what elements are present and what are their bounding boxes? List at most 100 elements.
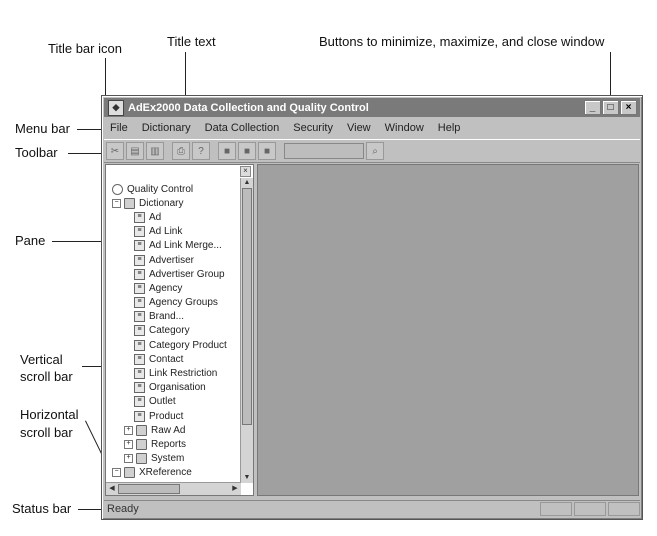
status-cell (540, 502, 572, 516)
document-icon: ≡ (134, 268, 145, 280)
tree-folder-raw-ad[interactable]: + Raw Ad (112, 423, 227, 437)
vertical-scroll-thumb[interactable] (242, 188, 252, 425)
expand-icon[interactable]: + (124, 454, 133, 464)
tree-item[interactable]: ≡ Category (112, 324, 227, 338)
paste-icon[interactable]: ▥ (146, 142, 164, 160)
navigation-pane: × Quality Control − Dictionary ≡ Ad ≡ Ad L… (105, 164, 254, 496)
menu-dictionary[interactable]: Dictionary (142, 122, 191, 134)
tree-item-label: Category Product (149, 339, 227, 351)
callout-line-pane (52, 241, 104, 242)
callout-pane: Pane (15, 233, 46, 248)
tree-item[interactable]: ≡ Contact (112, 352, 227, 366)
tree-item[interactable]: ≡ Link Restriction (112, 366, 227, 380)
cut-icon[interactable]: ✂ (106, 142, 124, 160)
scroll-up-arrow-icon[interactable]: ▲ (242, 178, 252, 188)
document-icon: ≡ (134, 410, 145, 422)
minimize-button[interactable]: _ (584, 100, 601, 115)
tree-item-label: Brand... (149, 311, 185, 323)
tree-item[interactable]: ≡ Organisation (112, 381, 227, 395)
tree-item-label: Agency (149, 282, 183, 294)
tree-item[interactable]: ≡ Ad (112, 210, 227, 224)
tree-folder-reports[interactable]: + Reports (112, 437, 227, 451)
title-bar[interactable]: ◆ AdEx2000 Data Collection and Quality C… (104, 98, 640, 117)
tree-item[interactable]: ≡ Agency (112, 281, 227, 295)
tree-item[interactable]: ≡ Ad Link Merge... (112, 239, 227, 253)
app-window: ◆ AdEx2000 Data Collection and Quality C… (101, 95, 643, 520)
record-prev-icon[interactable]: ■ (238, 142, 256, 160)
horizontal-scroll-thumb[interactable] (118, 484, 180, 494)
tree-item-label: Link Restriction (149, 368, 218, 380)
document-icon: ≡ (134, 211, 145, 223)
menu-data-collection[interactable]: Data Collection (205, 122, 280, 134)
callout-title-text: Title text (167, 34, 216, 49)
document-icon: ≡ (134, 396, 145, 408)
toolbar-search-field[interactable] (284, 143, 364, 159)
toolbar: ✂ ▤ ▥ ⎙ ? ■ ■ ■ ⌕ (104, 139, 640, 163)
tree-item-label: Advertiser (149, 254, 195, 266)
maximize-button[interactable]: □ (602, 100, 619, 115)
document-icon: ≡ (134, 254, 145, 266)
callout-toolbar: Toolbar (15, 145, 58, 160)
collapse-icon[interactable]: − (112, 468, 121, 478)
callout-horizontal-2: scroll bar (20, 425, 73, 440)
folder-icon (136, 424, 147, 436)
copy-icon[interactable]: ▤ (126, 142, 144, 160)
print-icon[interactable]: ⎙ (172, 142, 190, 160)
tree-xreference[interactable]: − XReference (112, 466, 227, 480)
tree-item-label: Ad Link (149, 226, 183, 238)
document-icon: ≡ (134, 282, 145, 294)
callout-window-buttons: Buttons to minimize, maximize, and close… (319, 34, 605, 49)
tree-item[interactable]: ≡ Agency Groups (112, 296, 227, 310)
tree-item-label: Advertiser Group (149, 268, 225, 280)
tree-item-label: Ad (149, 211, 162, 223)
callout-line-status (78, 509, 103, 510)
tree-item[interactable]: ≡ Product (112, 409, 227, 423)
tree-folder-label: System (151, 453, 185, 465)
callout-horizontal-1: Horizontal (20, 407, 79, 422)
callout-line-window-buttons (610, 52, 611, 99)
expand-icon[interactable]: + (124, 425, 133, 435)
root-node-icon (112, 183, 123, 195)
tree-view: Quality Control − Dictionary ≡ Ad ≡ Ad Lin… (112, 182, 227, 480)
menu-window[interactable]: Window (385, 122, 424, 134)
tree-dictionary[interactable]: − Dictionary (112, 196, 227, 210)
window-title: AdEx2000 Data Collection and Quality Con… (128, 101, 369, 114)
scroll-down-arrow-icon[interactable]: ▼ (242, 473, 252, 483)
callout-line-toolbar (68, 153, 103, 154)
close-button[interactable]: × (620, 100, 637, 115)
expand-icon[interactable]: + (124, 439, 133, 449)
tree-item-label: Ad Link Merge... (149, 240, 222, 252)
tree-dictionary-label: Dictionary (139, 197, 184, 209)
record-next-icon[interactable]: ■ (258, 142, 276, 160)
horizontal-scrollbar[interactable]: ◀ ▶ (106, 482, 241, 495)
pane-close-button[interactable]: × (240, 166, 251, 177)
workspace-area[interactable] (257, 164, 639, 496)
record-first-icon[interactable]: ■ (218, 142, 236, 160)
search-icon[interactable]: ⌕ (366, 142, 384, 160)
menu-security[interactable]: Security (293, 122, 333, 134)
tree-item[interactable]: ≡ Ad Link (112, 225, 227, 239)
callout-vertical-1: Vertical (20, 352, 63, 367)
tree-item[interactable]: ≡ Brand... (112, 310, 227, 324)
scroll-right-arrow-icon[interactable]: ▶ (230, 484, 240, 494)
collapse-icon[interactable]: − (112, 198, 121, 208)
status-cell (608, 502, 640, 516)
tree-folder-system[interactable]: + System (112, 452, 227, 466)
vertical-scrollbar[interactable]: ▲ ▼ (240, 178, 253, 483)
document-icon: ≡ (134, 368, 145, 380)
menu-file[interactable]: File (110, 122, 128, 134)
status-text: Ready (107, 503, 139, 515)
tree-item[interactable]: ≡ Outlet (112, 395, 227, 409)
document-icon: ≡ (134, 325, 145, 337)
tree-item[interactable]: ≡ Advertiser Group (112, 267, 227, 281)
help-icon[interactable]: ? (192, 142, 210, 160)
tree-item[interactable]: ≡ Advertiser (112, 253, 227, 267)
tree-item-label: Outlet (149, 396, 176, 408)
folder-open-icon (124, 197, 135, 209)
app-icon[interactable]: ◆ (108, 99, 124, 116)
menu-view[interactable]: View (347, 122, 371, 134)
tree-item[interactable]: ≡ Category Product (112, 338, 227, 352)
menu-help[interactable]: Help (438, 122, 461, 134)
tree-root[interactable]: Quality Control (112, 182, 227, 196)
scroll-left-arrow-icon[interactable]: ◀ (107, 484, 117, 494)
